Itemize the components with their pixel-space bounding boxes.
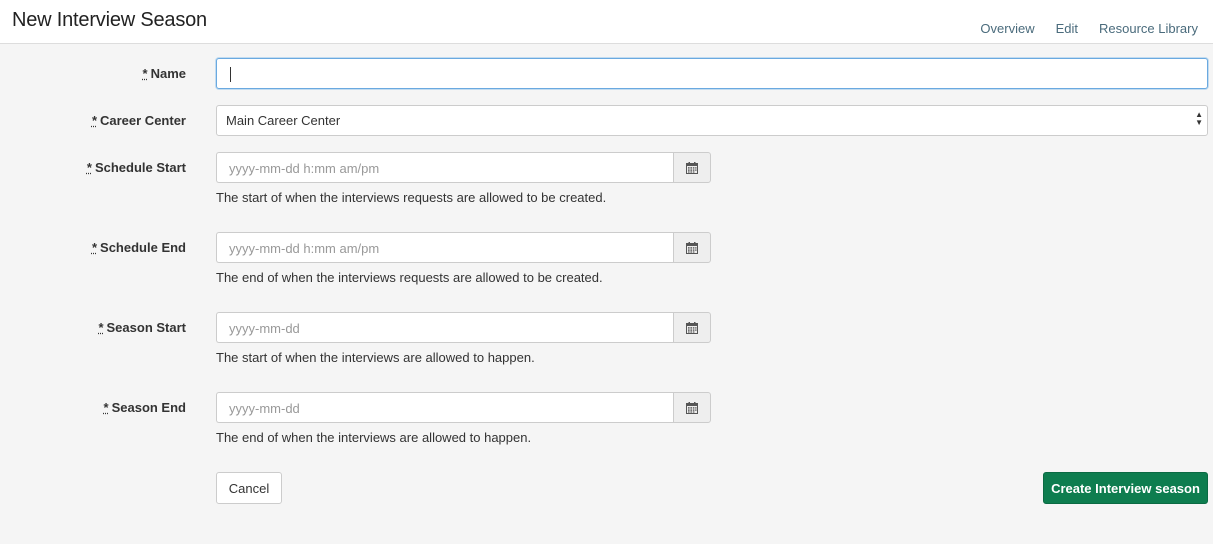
schedule-start-placeholder: yyyy-mm-dd h:mm am/pm xyxy=(229,161,380,176)
nav-overview[interactable]: Overview xyxy=(980,21,1034,36)
page-title: New Interview Season xyxy=(12,9,207,31)
required-marker: * xyxy=(103,400,109,415)
nav-resource-library[interactable]: Resource Library xyxy=(1099,21,1198,36)
season-end-calendar-button[interactable] xyxy=(673,392,711,423)
top-nav: Overview Edit Resource Library xyxy=(980,21,1198,36)
schedule-end-placeholder: yyyy-mm-dd h:mm am/pm xyxy=(229,241,380,256)
calendar-icon xyxy=(686,321,698,334)
season-start-input[interactable]: yyyy-mm-dd xyxy=(216,312,673,343)
season-end-input[interactable]: yyyy-mm-dd xyxy=(216,392,673,423)
schedule-end-calendar-button[interactable] xyxy=(673,232,711,263)
schedule-start-group: yyyy-mm-dd h:mm am/pm xyxy=(216,152,711,183)
schedule-end-input[interactable]: yyyy-mm-dd h:mm am/pm xyxy=(216,232,673,263)
text-caret xyxy=(230,67,231,82)
season-end-group: yyyy-mm-dd xyxy=(216,392,711,423)
season-start-group: yyyy-mm-dd xyxy=(216,312,711,343)
required-marker: * xyxy=(91,113,97,128)
page-header: New Interview Season Overview Edit Resou… xyxy=(0,0,1213,44)
calendar-icon xyxy=(686,401,698,414)
schedule-start-help: The start of when the interviews request… xyxy=(216,190,607,205)
required-marker: * xyxy=(98,320,104,335)
season-start-help: The start of when the interviews are all… xyxy=(216,350,535,365)
schedule-end-group: yyyy-mm-dd h:mm am/pm xyxy=(216,232,711,263)
season-start-label: * Season Start xyxy=(98,320,186,335)
calendar-icon xyxy=(686,241,698,254)
schedule-start-label: * Schedule Start xyxy=(86,160,186,175)
schedule-end-label: * Schedule End xyxy=(91,240,186,255)
select-arrows-icon: ▲ ▼ xyxy=(1195,110,1203,127)
calendar-icon xyxy=(686,161,698,174)
required-marker: * xyxy=(91,240,98,255)
season-end-help: The end of when the interviews are allow… xyxy=(216,430,532,445)
season-end-label: * Season End xyxy=(103,400,186,415)
career-center-label: * Career Center xyxy=(91,113,186,128)
name-input[interactable] xyxy=(216,58,1208,89)
schedule-start-calendar-button[interactable] xyxy=(673,152,711,183)
required-marker: * xyxy=(142,66,148,81)
cancel-button[interactable]: Cancel xyxy=(216,472,282,504)
create-interview-season-button[interactable]: Create Interview season xyxy=(1043,472,1208,504)
required-marker: * xyxy=(86,160,92,175)
career-center-select[interactable]: Main Career Center ▲ ▼ xyxy=(216,105,1208,136)
career-center-selected: Main Career Center xyxy=(226,113,341,128)
schedule-end-help: The end of when the interviews requests … xyxy=(216,270,603,285)
season-start-placeholder: yyyy-mm-dd xyxy=(229,321,300,336)
season-end-placeholder: yyyy-mm-dd xyxy=(229,401,300,416)
schedule-start-input[interactable]: yyyy-mm-dd h:mm am/pm xyxy=(216,152,673,183)
name-label: * Name xyxy=(142,66,186,81)
nav-edit[interactable]: Edit xyxy=(1056,21,1078,36)
season-start-calendar-button[interactable] xyxy=(673,312,711,343)
